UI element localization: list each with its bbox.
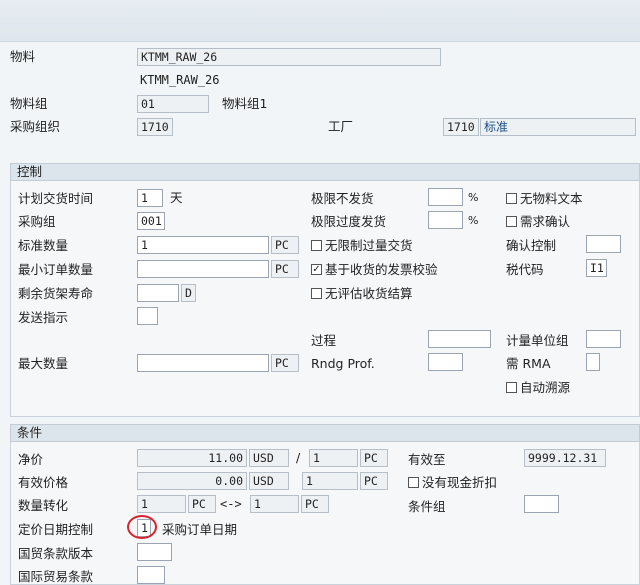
plant-field[interactable]: 1710: [443, 118, 479, 136]
qty-conv-left-field[interactable]: 1: [137, 495, 186, 513]
material-group-field[interactable]: 01: [137, 95, 209, 113]
eff-price-unit: PC: [360, 472, 388, 490]
qty-conv-arrow: <->: [220, 497, 242, 511]
min-order-qty-unit: PC: [271, 260, 299, 278]
no-eval-gr-label: 无评估收货结算: [325, 286, 413, 301]
shipping-instr-label: 发送指示: [18, 310, 69, 325]
std-qty-field[interactable]: 1: [137, 236, 269, 254]
net-price-slash: /: [296, 450, 301, 465]
eff-price-label: 有效价格: [18, 475, 69, 490]
underdel-tol-unit: %: [468, 191, 479, 204]
toolbar-area: [0, 0, 640, 42]
procedure-label: 过程: [311, 333, 337, 348]
plant-label: 工厂: [328, 119, 354, 134]
gr-based-iv-checkbox[interactable]: ✓: [311, 264, 322, 275]
rndg-prof-field[interactable]: [428, 353, 463, 371]
incoterms-field[interactable]: [137, 566, 165, 584]
overdel-tol-label: 极限过度发货: [311, 214, 387, 229]
rma-label: 需 RMA: [506, 356, 551, 371]
eff-price-per: 1: [302, 472, 358, 490]
unlimited-checkbox[interactable]: [311, 240, 322, 251]
qty-conv-right-unit: PC: [301, 495, 329, 513]
control-section-title: 控制: [10, 163, 640, 181]
std-qty-label: 标准数量: [18, 238, 69, 253]
shipping-instr-field[interactable]: [137, 307, 158, 325]
max-qty-unit: PC: [271, 354, 299, 372]
ack-reqd-label: 需求确认: [520, 214, 571, 229]
cond-group-label: 条件组: [408, 499, 446, 514]
purch-org-field[interactable]: 1710: [137, 118, 173, 136]
net-price-label: 净价: [18, 452, 44, 467]
rma-field[interactable]: [586, 353, 600, 371]
plan-delivery-time-unit: 天: [170, 190, 183, 205]
purch-group-label: 采购组: [18, 214, 56, 229]
conditions-section-title: 条件: [10, 424, 640, 442]
conf-control-field[interactable]: [586, 235, 621, 253]
price-date-ctrl-label: 定价日期控制: [18, 522, 94, 537]
rem-shelf-life-label: 剩余货架寿命: [18, 286, 94, 301]
net-price-per[interactable]: 1: [309, 449, 358, 467]
unit-measure-grp-label: 计量单位组: [506, 333, 569, 348]
no-cash-disc-label: 没有现金折扣: [422, 475, 498, 490]
plan-delivery-time-label: 计划交货时间: [18, 191, 94, 206]
tax-code-label: 税代码: [506, 262, 544, 277]
rndg-prof-label: Rndg Prof.: [311, 356, 375, 371]
net-price-field[interactable]: 11.00: [137, 449, 247, 467]
underdel-tol-label: 极限不发货: [311, 191, 374, 206]
no-cash-disc-checkbox[interactable]: [408, 477, 419, 488]
incoterms-version-label: 国贸条款版本: [18, 546, 94, 561]
net-price-unit: PC: [360, 449, 388, 467]
min-order-qty-label: 最小订单数量: [18, 262, 94, 277]
purch-group-field[interactable]: 001: [137, 212, 165, 230]
incoterms-version-field[interactable]: [137, 543, 172, 561]
highlight-circle: [127, 515, 157, 539]
max-qty-field[interactable]: [137, 354, 269, 372]
overdel-tol-unit: %: [468, 214, 479, 227]
material-field[interactable]: KTMM_RAW_26: [137, 48, 441, 66]
material-label: 物料: [10, 49, 36, 64]
valid-to-field[interactable]: 9999.12.31: [524, 449, 606, 467]
cond-group-field[interactable]: [524, 495, 559, 513]
max-qty-label: 最大数量: [18, 356, 69, 371]
auto-source-checkbox[interactable]: [506, 382, 517, 393]
min-order-qty-field[interactable]: [137, 260, 269, 278]
material-description: KTMM_RAW_26: [140, 73, 220, 87]
tax-code-field[interactable]: I1: [586, 259, 607, 277]
material-group-label: 物料组: [10, 96, 48, 111]
incoterms-label: 国际贸易条款: [18, 569, 94, 584]
unlimited-label: 无限制过量交货: [325, 238, 413, 253]
qty-conv-left-unit: PC: [188, 495, 216, 513]
rem-shelf-life-unit: D: [181, 284, 196, 302]
material-group-description: 物料组1: [222, 96, 268, 111]
qty-conv-label: 数量转化: [18, 498, 69, 513]
qty-conv-right-field[interactable]: 1: [250, 495, 299, 513]
procedure-field[interactable]: [428, 330, 491, 348]
conf-control-label: 确认控制: [506, 238, 557, 253]
eff-price-field: 0.00: [137, 472, 247, 490]
unit-measure-grp-field[interactable]: [586, 330, 621, 348]
valid-to-label: 有效至: [408, 452, 446, 467]
plant-description: 标准: [480, 118, 636, 136]
eff-price-currency: USD: [249, 472, 289, 490]
plan-delivery-time-field[interactable]: 1: [137, 189, 163, 207]
price-date-ctrl-desc: 采购订单日期: [162, 522, 238, 537]
std-qty-unit: PC: [271, 236, 299, 254]
no-mat-text-checkbox[interactable]: [506, 193, 517, 204]
purch-org-label: 采购组织: [10, 119, 61, 134]
overdel-tol-field[interactable]: [428, 211, 463, 229]
auto-source-label: 自动溯源: [520, 380, 571, 395]
underdel-tol-field[interactable]: [428, 188, 463, 206]
ack-reqd-checkbox[interactable]: [506, 216, 517, 227]
gr-based-iv-label: 基于收货的发票校验: [325, 262, 438, 277]
no-eval-gr-checkbox[interactable]: [311, 288, 322, 299]
rem-shelf-life-field[interactable]: [137, 284, 179, 302]
no-mat-text-label: 无物料文本: [520, 191, 583, 206]
net-price-currency: USD: [249, 449, 289, 467]
